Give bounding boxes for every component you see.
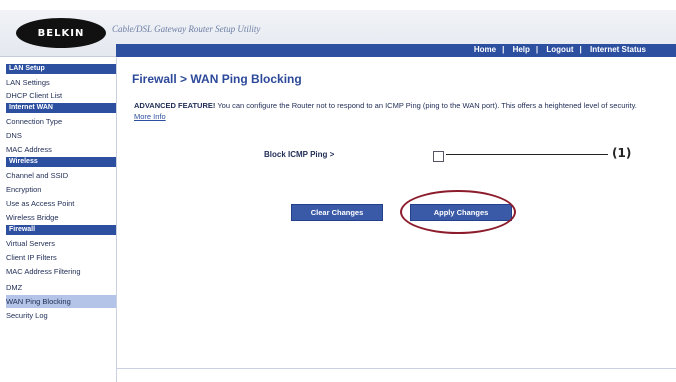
sidebar-item-wireless-bridge[interactable]: Wireless Bridge [6, 211, 116, 224]
block-icmp-ping-label: Block ICMP Ping > [264, 150, 335, 159]
block-icmp-ping-checkbox[interactable] [433, 151, 444, 162]
sidebar: LAN Setup LAN Settings DHCP Client List … [0, 58, 117, 382]
sidebar-section-wireless[interactable]: Wireless [6, 157, 116, 167]
sidebar-item-dmz[interactable]: DMZ [6, 281, 116, 294]
sidebar-section-internet-wan[interactable]: Internet WAN [6, 103, 116, 113]
top-nav-links: Home | Help | Logout | Internet Status [468, 45, 646, 54]
page-title: Firewall > WAN Ping Blocking [132, 72, 302, 86]
internet-status-link[interactable]: Internet Status [590, 45, 646, 54]
sidebar-item-encryption[interactable]: Encryption [6, 183, 116, 196]
description-text: You can configure the Router not to resp… [215, 101, 637, 110]
sidebar-item-access-point[interactable]: Use as Access Point [6, 197, 116, 210]
top-nav-bar: Home | Help | Logout | Internet Status [116, 44, 676, 57]
sep: | [502, 45, 505, 54]
router-setup-page: BELKIN Cable/DSL Gateway Router Setup Ut… [0, 0, 676, 382]
sidebar-item-mac-filtering[interactable]: MAC Address Filtering [6, 265, 116, 278]
sep: | [535, 45, 539, 54]
sidebar-item-dhcp-client-list[interactable]: DHCP Client List [6, 89, 116, 102]
header: BELKIN Cable/DSL Gateway Router Setup Ut… [0, 0, 676, 58]
logout-link[interactable]: Logout [546, 45, 573, 54]
apply-highlight-circle [400, 190, 516, 234]
sidebar-item-dns[interactable]: DNS [6, 129, 116, 142]
help-link[interactable]: Help [513, 45, 530, 54]
more-info-link[interactable]: More Info [134, 112, 166, 121]
app-title: Cable/DSL Gateway Router Setup Utility [112, 24, 261, 34]
sidebar-item-client-ip-filters[interactable]: Client IP Filters [6, 251, 116, 264]
sidebar-item-security-log[interactable]: Security Log [6, 309, 116, 322]
sidebar-section-firewall[interactable]: Firewall [6, 225, 116, 235]
sidebar-item-wan-ping-blocking[interactable]: WAN Ping Blocking [6, 295, 116, 308]
advanced-feature-label: ADVANCED FEATURE! [134, 101, 216, 110]
sep: | [579, 45, 582, 54]
callout-label: (1) [612, 146, 632, 160]
sidebar-item-connection-type[interactable]: Connection Type [6, 115, 116, 128]
sidebar-item-mac-address[interactable]: MAC Address [6, 143, 116, 156]
belkin-logo: BELKIN [16, 18, 106, 48]
home-link[interactable]: Home [474, 45, 496, 54]
callout-line [446, 154, 608, 155]
page-description: ADVANCED FEATURE! You can configure the … [134, 100, 654, 122]
sidebar-item-lan-settings[interactable]: LAN Settings [6, 76, 116, 89]
clear-changes-button[interactable]: Clear Changes [291, 204, 383, 221]
sidebar-item-virtual-servers[interactable]: Virtual Servers [6, 237, 116, 250]
footer-line [116, 368, 676, 369]
sidebar-section-lan-setup[interactable]: LAN Setup [6, 64, 116, 74]
sidebar-item-channel-ssid[interactable]: Channel and SSID [6, 169, 116, 182]
